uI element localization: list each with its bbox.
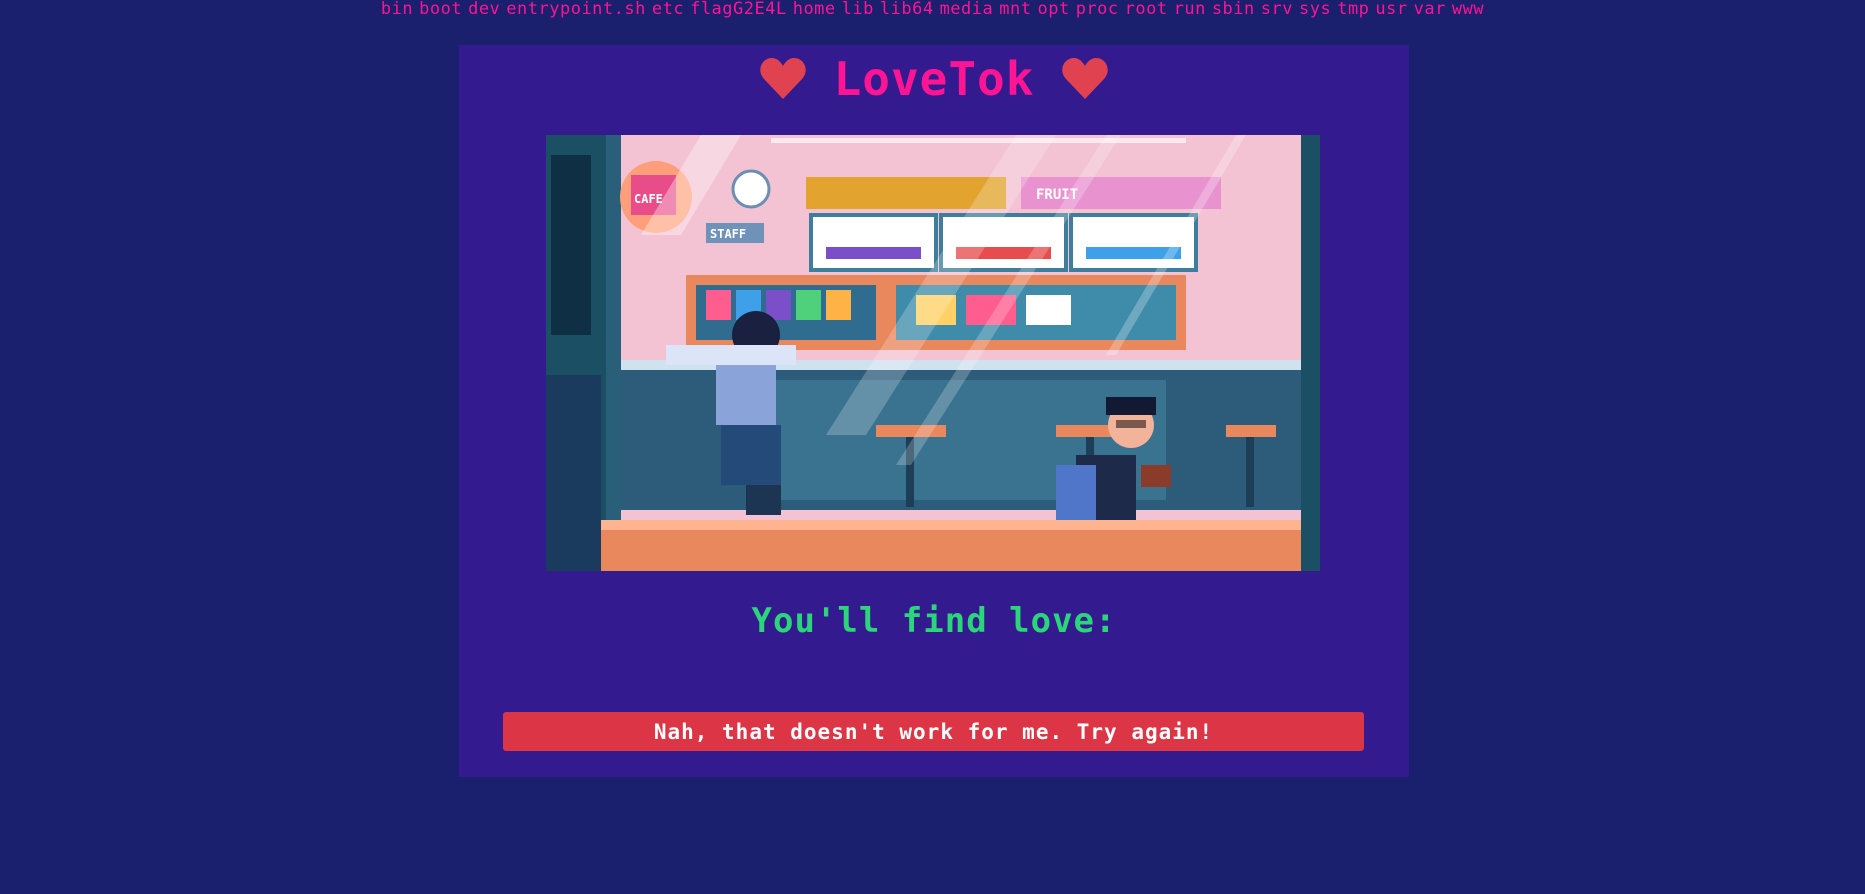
directory-entry: media bbox=[939, 0, 994, 19]
directory-entry: entrypoint.sh bbox=[506, 0, 646, 19]
directory-entry: mnt bbox=[999, 0, 1032, 19]
cafe-scene-image: CAFE STAFF FRUIT bbox=[546, 135, 1320, 571]
directory-entry: run bbox=[1173, 0, 1206, 19]
directory-entry: proc bbox=[1075, 0, 1119, 19]
page-title: LoveTok bbox=[833, 52, 1035, 106]
cafe-sign-text: CAFE bbox=[634, 192, 663, 206]
directory-entry: sys bbox=[1298, 0, 1332, 19]
directory-entry: lib64 bbox=[879, 0, 934, 19]
subtitle: You'll find love: bbox=[751, 601, 1117, 641]
error-alert: Nah, that doesn't work for me. Try again… bbox=[503, 712, 1364, 751]
directory-entry: flagG2E4L bbox=[690, 0, 787, 19]
directory-entry: etc bbox=[651, 0, 685, 19]
directory-entry: root bbox=[1124, 0, 1168, 19]
directory-entry: tmp bbox=[1337, 0, 1370, 19]
directory-entry: home bbox=[792, 0, 836, 19]
heart-icon-left bbox=[759, 58, 806, 99]
directory-listing: bin boot dev entrypoint.sh etc flagG2E4L home l… bbox=[0, 0, 1865, 18]
directory-entry: boot bbox=[419, 0, 463, 19]
directory-entry: lib bbox=[841, 0, 874, 19]
pixel-art-cafe-scene: CAFE STAFF FRUIT bbox=[546, 135, 1320, 571]
directory-entry: dev bbox=[468, 0, 501, 19]
directory-entry: var bbox=[1413, 0, 1446, 19]
directory-entry: www bbox=[1451, 0, 1485, 19]
directory-entry: usr bbox=[1375, 0, 1408, 19]
staff-sign-text: STAFF bbox=[710, 227, 746, 241]
heart-icon-right bbox=[1062, 58, 1109, 99]
page-header: LoveTok bbox=[459, 47, 1409, 111]
directory-entry: opt bbox=[1037, 0, 1070, 19]
directory-entry: sbin bbox=[1211, 0, 1255, 19]
directory-entry: srv bbox=[1260, 0, 1293, 19]
directory-entry: bin bbox=[380, 0, 414, 19]
main-card: LoveTok CAFE STAFF FRUIT You'll find lov… bbox=[459, 45, 1409, 777]
